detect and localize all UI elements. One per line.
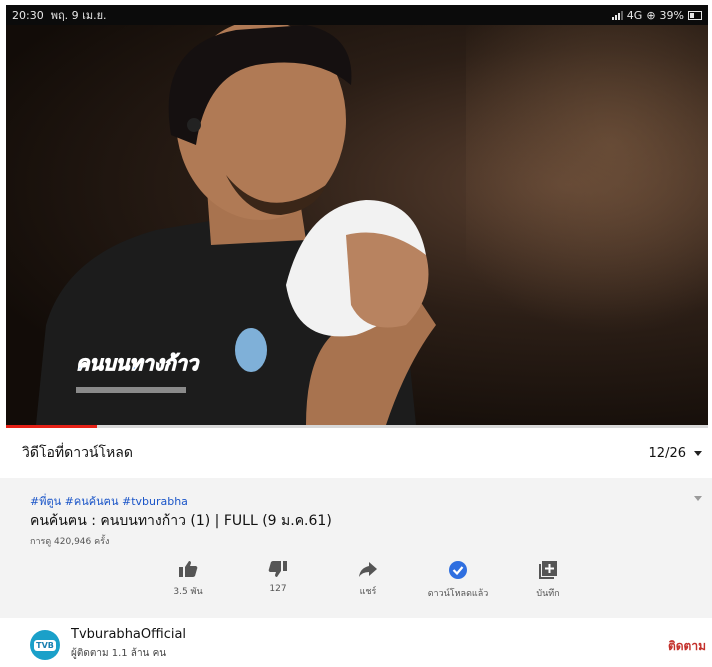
status-right: 4G ⊕ 39% [611, 8, 702, 22]
video-info: #พี่ตูน #คนค้นฅน #tvburabha คนค้นฅน : คน… [0, 478, 712, 618]
downloads-count-wrap[interactable]: 12/26 [649, 446, 702, 461]
video-player[interactable]: คนบนทางก้าว [6, 25, 708, 425]
status-date: พฤ. 9 เม.ย. [50, 9, 107, 22]
battery-icon [688, 10, 702, 20]
avatar-text: TVB [34, 639, 56, 651]
signal-icon [611, 10, 623, 20]
video-title: คนค้นฅน : คนบนทางก้าว (1) | FULL (9 ม.ค.… [30, 513, 332, 529]
downloaded-label: ดาวน์โหลดแล้ว [427, 589, 489, 599]
channel-row: TVB TvburabhaOfficial ผู้ติดตาม 1.1 ล้าน… [0, 618, 712, 667]
view-count: การดู 420,946 ครั้ง [30, 537, 110, 547]
share-icon [359, 562, 377, 577]
channel-name[interactable]: TvburabhaOfficial [71, 627, 186, 642]
like-button[interactable]: 3.5 พัน [148, 560, 228, 598]
overlay-logo: คนบนทางก้าว [76, 351, 200, 375]
save-label: บันทึก [536, 589, 560, 599]
downloads-title: วิดีโอที่ดาวน์โหลด [22, 445, 133, 461]
alarm-icon: ⊕ [646, 8, 656, 22]
chevron-down-icon[interactable] [694, 450, 702, 456]
like-count: 3.5 พัน [173, 587, 203, 597]
save-button[interactable]: บันทึก [508, 560, 588, 600]
subscribe-button[interactable]: ติดตาม [668, 637, 706, 656]
downloaded-check-icon [449, 561, 467, 579]
subscriber-count: ผู้ติดตาม 1.1 ล้าน คน [71, 648, 167, 659]
share-label: แชร์ [359, 587, 377, 597]
share-button[interactable]: แชร์ [328, 560, 408, 598]
dislike-button[interactable]: 127 [238, 560, 318, 594]
video-hashtags[interactable]: #พี่ตูน #คนค้นฅน #tvburabha [30, 492, 188, 510]
thumbs-up-icon [179, 561, 198, 577]
downloads-count: 12/26 [648, 445, 686, 461]
downloaded-button[interactable]: ดาวน์โหลดแล้ว [418, 560, 498, 600]
action-bar: 3.5 พัน 127 แชร์ ดาวน์โหลดแล้ว บันทึก [0, 560, 712, 610]
shirt-logo-shape [235, 328, 267, 372]
dislike-count: 127 [269, 584, 287, 594]
status-bar: 20:30 พฤ. 9 เม.ย. 4G ⊕ 39% [6, 5, 708, 25]
add-to-playlist-icon [539, 561, 557, 579]
video-frame: คนบนทางก้าว [36, 25, 436, 425]
network-label: 4G [626, 8, 643, 22]
thumbs-down-icon [268, 561, 287, 577]
battery-percent: 39% [659, 8, 684, 22]
downloads-header[interactable]: วิดีโอที่ดาวน์โหลด 12/26 [0, 428, 712, 478]
channel-avatar[interactable]: TVB [30, 630, 60, 660]
expand-description-icon[interactable] [694, 496, 702, 501]
status-time: 20:30 [12, 9, 44, 22]
shirt-stripe [76, 387, 186, 393]
earring-shape [187, 118, 201, 132]
status-left: 20:30 พฤ. 9 เม.ย. [12, 6, 107, 24]
